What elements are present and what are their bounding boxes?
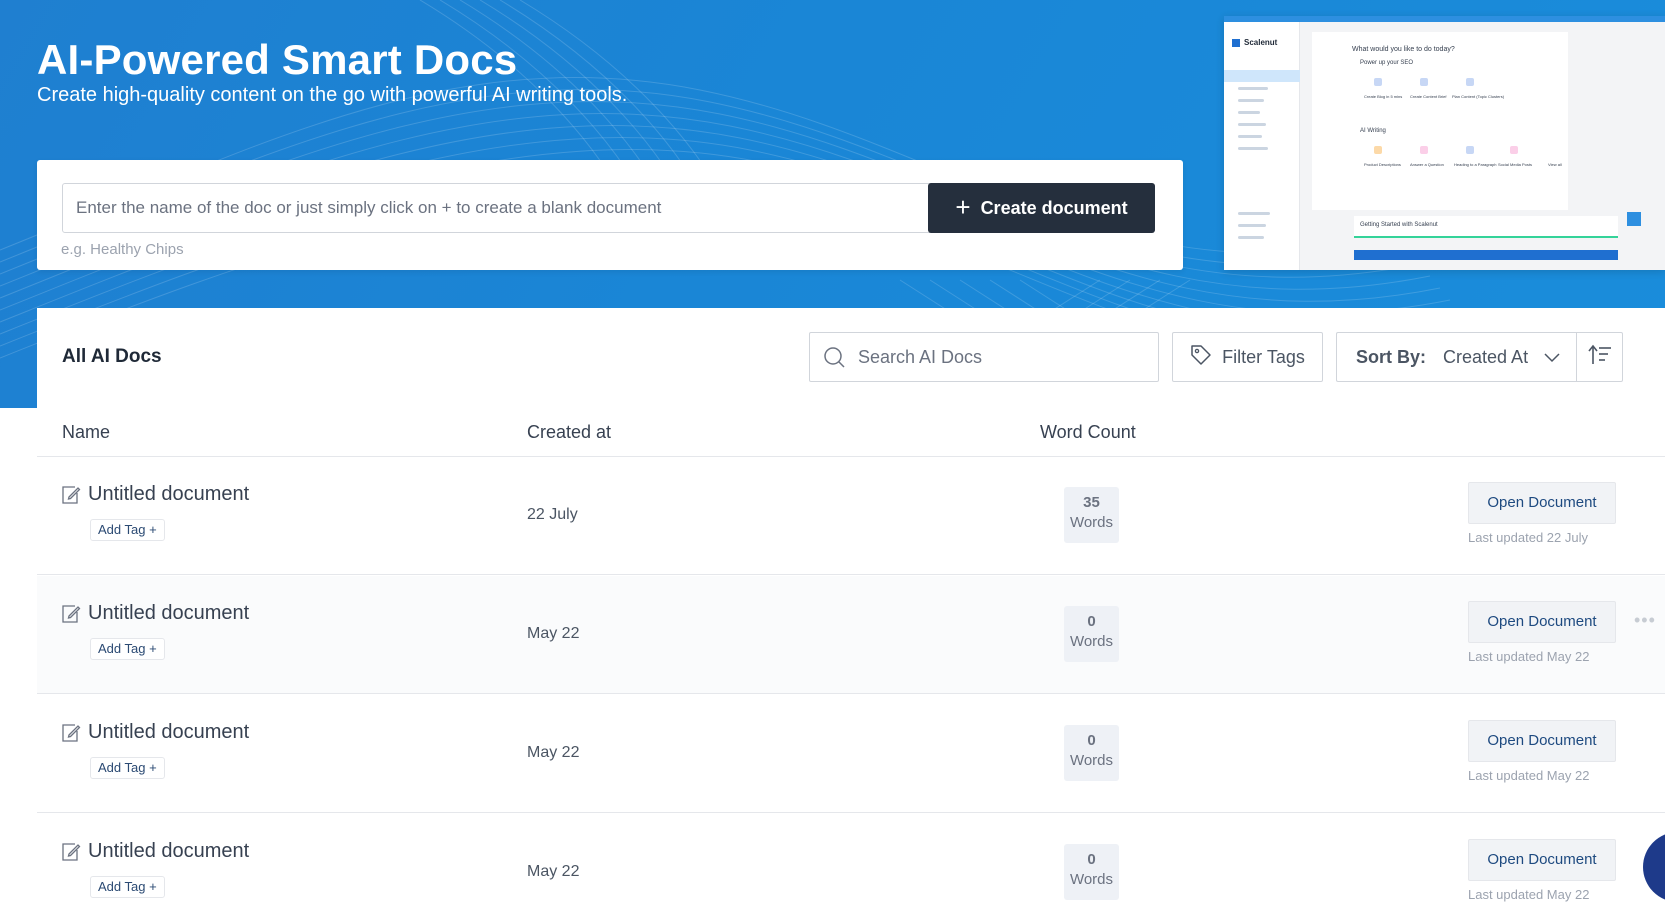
sort-by-select[interactable]: Sort By: Created At	[1336, 332, 1576, 382]
column-header-created[interactable]: Created at	[527, 422, 611, 443]
word-count-unit: Words	[1069, 514, 1114, 531]
word-count-unit: Words	[1069, 752, 1114, 769]
word-count-badge: 35 Words	[1064, 487, 1119, 543]
word-count-value: 0	[1087, 732, 1096, 749]
last-updated-text: Last updated 22 July	[1468, 530, 1588, 545]
create-document-label: Create document	[980, 197, 1128, 218]
last-updated-text: Last updated May 22	[1468, 887, 1590, 902]
word-count-value: 35	[1083, 494, 1100, 511]
tag-icon	[1190, 344, 1212, 371]
open-document-button[interactable]: Open Document	[1468, 839, 1616, 881]
add-tag-button[interactable]: Add Tag +	[90, 757, 165, 779]
word-count-unit: Words	[1069, 633, 1114, 650]
document-name[interactable]: Untitled document	[88, 602, 249, 625]
last-updated-text: Last updated May 22	[1468, 649, 1590, 664]
create-document-card: + Create document e.g. Healthy Chips	[37, 160, 1183, 270]
edit-document-icon	[61, 842, 81, 867]
word-count-badge: 0 Words	[1064, 725, 1119, 781]
word-count-badge: 0 Words	[1064, 606, 1119, 662]
page-title: AI-Powered Smart Docs	[37, 36, 518, 83]
document-name[interactable]: Untitled document	[88, 721, 249, 744]
create-document-button[interactable]: + Create document	[928, 183, 1155, 233]
add-tag-button[interactable]: Add Tag +	[90, 638, 165, 660]
word-count-value: 0	[1087, 851, 1096, 868]
table-row[interactable]: Untitled document Add Tag + May 22 0 Wor…	[37, 814, 1665, 906]
preview-panel: What would you like to do today? Power u…	[1312, 32, 1568, 210]
last-updated-text: Last updated May 22	[1468, 768, 1590, 783]
filter-tags-button[interactable]: Filter Tags	[1172, 332, 1323, 382]
created-date: May 22	[527, 744, 580, 761]
sort-by-label: Sort By:	[1356, 346, 1427, 367]
column-header-word-count[interactable]: Word Count	[1040, 422, 1136, 443]
input-example-hint: e.g. Healthy Chips	[61, 241, 184, 258]
search-docs-input[interactable]	[858, 346, 1148, 368]
edit-document-icon	[61, 723, 81, 748]
search-docs-field[interactable]	[809, 332, 1159, 382]
sort-ascending-icon	[1587, 344, 1612, 371]
page-subtitle: Create high-quality content on the go wi…	[37, 84, 628, 106]
product-preview-image: Scalenut What would you like to do today…	[1224, 16, 1665, 270]
word-count-value: 0	[1087, 613, 1096, 630]
document-name[interactable]: Untitled document	[88, 483, 249, 506]
created-date: 22 July	[527, 506, 578, 523]
word-count-unit: Words	[1069, 871, 1114, 888]
add-tag-button[interactable]: Add Tag +	[90, 519, 165, 541]
preview-logo: Scalenut	[1232, 38, 1277, 47]
document-name[interactable]: Untitled document	[88, 840, 249, 863]
column-header-name[interactable]: Name	[62, 422, 110, 443]
table-row[interactable]: Untitled document Add Tag + May 22 0 Wor…	[37, 695, 1665, 813]
edit-document-icon	[61, 604, 81, 629]
open-document-button[interactable]: Open Document	[1468, 482, 1616, 524]
document-name-input[interactable]	[62, 183, 942, 233]
add-tag-button[interactable]: Add Tag +	[90, 876, 165, 898]
preview-sidebar: Scalenut	[1224, 22, 1300, 270]
preview-getting-started: Getting Started with Scalenut	[1354, 216, 1618, 238]
sort-direction-button[interactable]	[1576, 332, 1623, 382]
search-icon	[822, 345, 846, 369]
created-date: May 22	[527, 863, 580, 880]
filter-tags-label: Filter Tags	[1222, 346, 1305, 367]
open-document-button[interactable]: Open Document	[1468, 720, 1616, 762]
more-horizontal-icon[interactable]: •••	[1634, 610, 1656, 631]
sort-by-value: Created At	[1443, 346, 1529, 367]
table-row[interactable]: Untitled document Add Tag + May 22 0 Wor…	[37, 576, 1665, 694]
chevron-down-icon	[1544, 347, 1560, 368]
open-document-button[interactable]: Open Document	[1468, 601, 1616, 643]
docs-list-card: All AI Docs Filter Tags Sort By: Created…	[37, 308, 1665, 906]
created-date: May 22	[527, 625, 580, 642]
table-row[interactable]: Untitled document Add Tag + 22 July 35 W…	[37, 457, 1665, 575]
plus-icon: +	[955, 192, 971, 222]
edit-document-icon	[61, 485, 81, 510]
word-count-badge: 0 Words	[1064, 844, 1119, 900]
list-title: All AI Docs	[62, 346, 162, 367]
